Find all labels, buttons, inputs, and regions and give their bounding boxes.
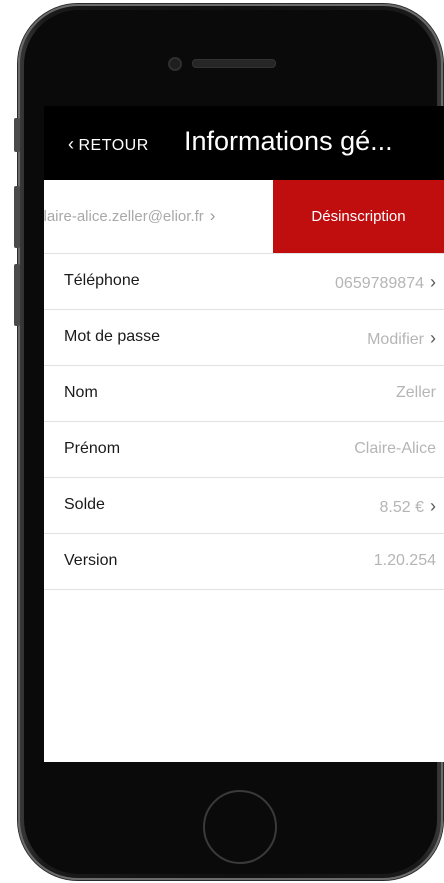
password-value: Modifier — [367, 331, 424, 348]
front-camera — [168, 57, 182, 71]
phone-row[interactable]: Téléphone 0659789874 › — [44, 254, 444, 310]
email-value: claire-alice.zeller@elior.fr › — [44, 206, 215, 226]
app-screen: ‹ RETOUR Informations gé... claire-alice.… — [44, 106, 444, 762]
home-button[interactable] — [203, 790, 277, 864]
chevron-right-icon: › — [209, 206, 216, 225]
phone-label: Téléphone — [64, 272, 140, 289]
chevron-right-icon: › — [430, 496, 436, 516]
phone-value-group: 0659789874 › — [335, 272, 436, 293]
version-value: 1.20.254 — [373, 552, 436, 569]
balance-value-group: 8.52 € › — [380, 496, 436, 517]
balance-label: Solde — [64, 496, 105, 513]
password-label: Mot de passe — [64, 328, 161, 345]
back-label: RETOUR — [78, 137, 149, 154]
earpiece-speaker — [192, 59, 276, 68]
version-row: Version 1.20.254 — [44, 534, 444, 590]
page-title: Informations gé... — [184, 126, 393, 156]
firstname-row: Prénom Claire-Alice — [44, 422, 444, 478]
password-value-group: Modifier › — [367, 328, 436, 349]
version-label: Version — [64, 552, 118, 569]
chevron-left-icon: ‹ — [68, 134, 75, 154]
volume-down-button — [14, 264, 20, 326]
volume-up-button — [14, 186, 20, 248]
navigation-bar: ‹ RETOUR Informations gé... — [44, 106, 444, 180]
balance-value: 8.52 € — [379, 499, 424, 516]
password-row[interactable]: Mot de passe Modifier › — [44, 310, 444, 366]
balance-row[interactable]: Solde 8.52 € › — [44, 478, 444, 534]
unsubscribe-button[interactable]: Désinscription — [273, 180, 444, 253]
phone-value: 0659789874 — [335, 275, 424, 292]
back-button[interactable]: ‹ RETOUR — [68, 134, 149, 155]
lastname-value: Zeller — [395, 384, 436, 401]
chevron-right-icon: › — [430, 272, 436, 292]
lastname-label: Nom — [64, 384, 98, 401]
lastname-row: Nom Zeller — [44, 366, 444, 422]
email-row[interactable]: claire-alice.zeller@elior.fr › Désinscrip… — [44, 180, 444, 254]
chevron-right-icon: › — [430, 328, 436, 348]
email-text: claire-alice.zeller@elior.fr — [44, 208, 204, 225]
mute-switch — [14, 118, 20, 152]
firstname-label: Prénom — [64, 440, 121, 457]
firstname-value: Claire-Alice — [354, 440, 436, 457]
